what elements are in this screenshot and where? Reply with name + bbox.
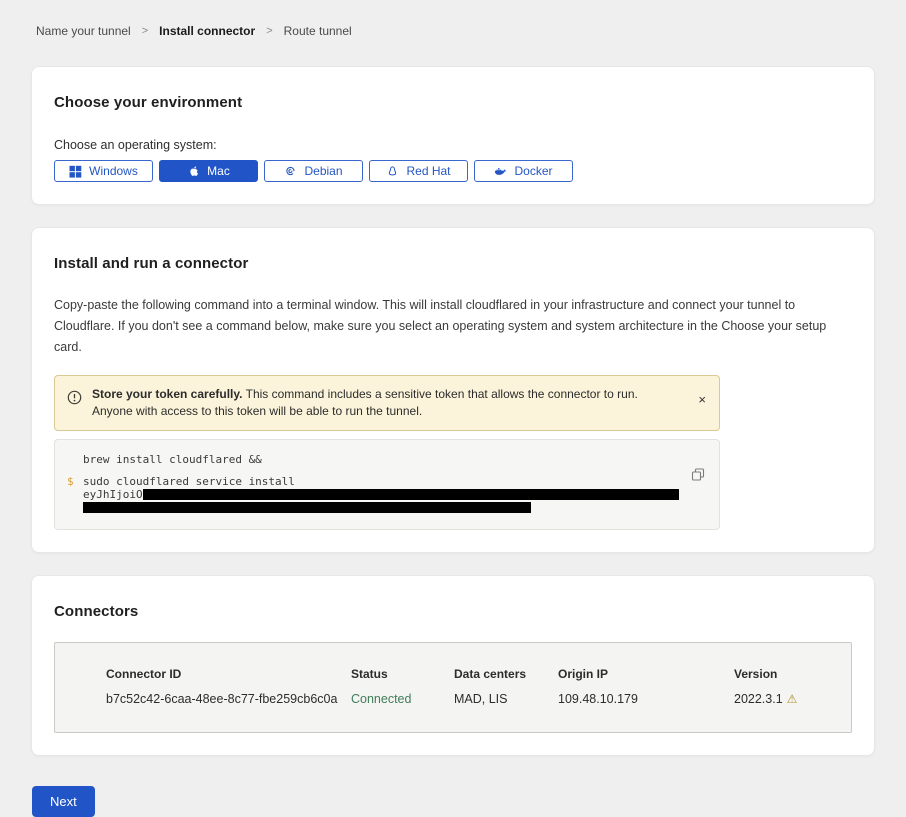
breadcrumb: Name your tunnel > Install connector > R… [0, 0, 906, 38]
close-icon[interactable]: × [698, 393, 706, 406]
warning-message-bold: Store your token carefully. [92, 387, 243, 401]
header-version: Version [734, 667, 851, 681]
os-button-label: Windows [89, 164, 138, 178]
connector-id-value: b7c52c42-6caa-48ee-8c77-fbe259cb6c0a [106, 692, 351, 706]
os-button-group: Windows Mac Debian Red Hat Docker [54, 160, 852, 182]
install-card-title: Install and run a connector [54, 255, 852, 272]
os-button-windows[interactable]: Windows [54, 160, 153, 182]
code-line-brew: brew install cloudflared && [83, 453, 679, 466]
os-button-docker[interactable]: Docker [474, 160, 573, 182]
os-button-mac[interactable]: Mac [159, 160, 258, 182]
data-centers-value: MAD, LIS [454, 692, 558, 706]
connectors-card-title: Connectors [54, 603, 852, 620]
code-line-sudo-text: sudo cloudflared service install [83, 475, 295, 488]
code-line-sudo: $ sudo cloudflared service install [83, 475, 679, 488]
origin-ip-value: 109.48.10.179 [558, 692, 734, 706]
breadcrumb-separator: > [266, 25, 272, 37]
header-data-centers: Data centers [454, 667, 558, 681]
alert-circle-icon [67, 390, 82, 410]
redhat-icon [386, 165, 399, 178]
connectors-table: Connector ID Status Data centers Origin … [54, 642, 852, 733]
version-value: 2022.3.1 ⚠ [734, 692, 851, 706]
windows-icon [69, 165, 82, 178]
token-redaction-bar [143, 489, 679, 500]
breadcrumb-step-name-tunnel[interactable]: Name your tunnel [36, 24, 131, 38]
os-button-label: Mac [207, 164, 230, 178]
header-origin-ip: Origin IP [558, 667, 734, 681]
install-card: Install and run a connector Copy-paste t… [31, 227, 875, 553]
breadcrumb-step-install-connector[interactable]: Install connector [159, 24, 255, 38]
code-line-token: eyJhIjoiO [83, 488, 679, 501]
shell-prompt: $ [67, 475, 74, 488]
version-warning-icon: ⚠ [787, 692, 798, 706]
header-status: Status [351, 667, 454, 681]
token-prefix: eyJhIjoiO [83, 488, 143, 501]
breadcrumb-step-route-tunnel[interactable]: Route tunnel [284, 24, 352, 38]
os-button-redhat[interactable]: Red Hat [369, 160, 468, 182]
next-button[interactable]: Next [32, 786, 95, 817]
token-redaction-bar [83, 502, 531, 513]
environment-card: Choose your environment Choose an operat… [31, 66, 875, 205]
os-button-label: Debian [304, 164, 342, 178]
os-button-label: Red Hat [406, 164, 450, 178]
header-connector-id: Connector ID [106, 667, 351, 681]
table-row: b7c52c42-6caa-48ee-8c77-fbe259cb6c0a Con… [55, 692, 851, 706]
breadcrumb-separator: > [142, 25, 148, 37]
docker-icon [494, 165, 507, 178]
copy-icon[interactable] [690, 467, 706, 483]
warning-message: Store your token carefully. This command… [92, 386, 681, 420]
table-header-row: Connector ID Status Data centers Origin … [55, 667, 851, 681]
connectors-card: Connectors Connector ID Status Data cent… [31, 575, 875, 756]
os-button-debian[interactable]: Debian [264, 160, 363, 182]
status-badge: Connected [351, 692, 454, 706]
command-code-block: brew install cloudflared && $ sudo cloud… [54, 439, 720, 530]
install-description: Copy-paste the following command into a … [54, 295, 852, 358]
debian-icon [284, 165, 297, 178]
environment-card-title: Choose your environment [54, 94, 852, 111]
os-select-label: Choose an operating system: [54, 138, 852, 152]
token-warning-banner: Store your token carefully. This command… [54, 375, 720, 431]
version-number: 2022.3.1 [734, 692, 783, 706]
os-button-label: Docker [514, 164, 552, 178]
apple-icon [187, 165, 200, 178]
